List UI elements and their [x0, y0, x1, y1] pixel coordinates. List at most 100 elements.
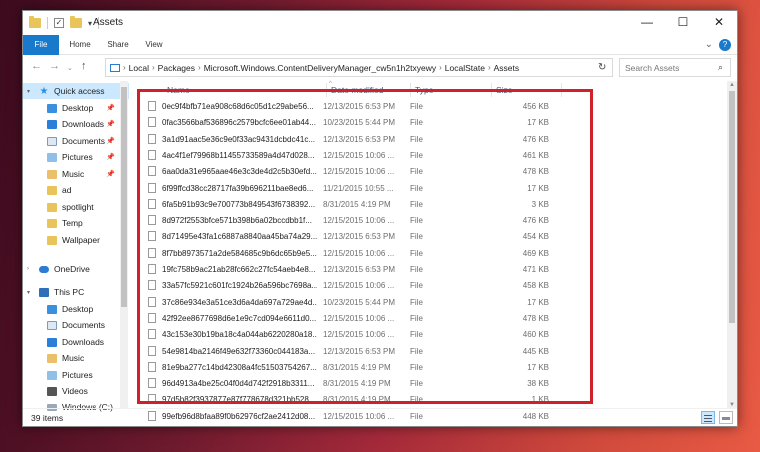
- table-row[interactable]: 97d5b82f3937877e87f778678d321bb528...8/3…: [131, 392, 721, 408]
- sidebar-item-label: Downloads: [62, 119, 104, 129]
- column-divider[interactable]: [410, 83, 411, 97]
- file-icon: [148, 297, 156, 307]
- table-row[interactable]: 6f99ffcd38cc28717fa39b696211bae8ed6...11…: [131, 181, 721, 197]
- breadcrumb-content-delivery-manager[interactable]: Microsoft.Windows.ContentDeliveryManager…: [204, 63, 436, 73]
- folder-icon: [47, 203, 57, 212]
- breadcrumb-local[interactable]: Local: [129, 63, 149, 73]
- recent-locations-icon[interactable]: ⌄: [67, 64, 73, 72]
- table-row[interactable]: 96d4913a4be25c04f0d4d742f2918b3311...8/3…: [131, 376, 721, 392]
- address-bar[interactable]: › Local › Packages › Microsoft.Windows.C…: [105, 58, 613, 77]
- sidebar-item-pc-pictures[interactable]: Pictures: [23, 367, 129, 383]
- column-header-size[interactable]: Size: [496, 85, 513, 95]
- tab-view[interactable]: View: [139, 35, 169, 55]
- table-row[interactable]: 37c86e934e3a51ce3d6a4da697a729ae4d...10/…: [131, 295, 721, 311]
- sidebar-item-pc-desktop[interactable]: Desktop: [23, 301, 129, 317]
- table-row[interactable]: 8d71495e43fa1c6887a8840aa45ba74a29...12/…: [131, 229, 721, 245]
- minimize-button[interactable]: —: [629, 11, 665, 33]
- table-row[interactable]: 6aa0da31e965aae46e3c3de4d2c5b30efd...12/…: [131, 164, 721, 180]
- help-icon[interactable]: ?: [719, 39, 731, 51]
- scrollbar-thumb[interactable]: [121, 87, 127, 307]
- table-row[interactable]: 42f92ee8677698d6e1e9c7cd094e6611d0...12/…: [131, 311, 721, 327]
- file-name: 6f99ffcd38cc28717fa39b696211bae8ed6...: [162, 184, 317, 193]
- sidebar-item-documents[interactable]: Documents 📌: [23, 133, 129, 149]
- table-row[interactable]: 4ac4f1ef79968b11455733589a4d47d028...12/…: [131, 148, 721, 164]
- forward-arrow-icon[interactable]: →: [49, 60, 60, 72]
- details-view-button[interactable]: [701, 411, 715, 424]
- breadcrumb-localstate[interactable]: LocalState: [445, 63, 485, 73]
- column-divider[interactable]: [491, 83, 492, 97]
- column-divider[interactable]: [561, 83, 562, 97]
- sidebar-item-spotlight[interactable]: spotlight: [23, 199, 129, 215]
- column-header-date[interactable]: Date modified: [331, 85, 383, 95]
- close-button[interactable]: ✕: [701, 11, 737, 33]
- explorer-window: ✓ ▾ Assets — ☐ ✕ File Home Share View ⌄ …: [22, 10, 738, 427]
- sidebar-item-ad[interactable]: ad: [23, 182, 129, 198]
- list-scrollbar[interactable]: ▲ ▼: [727, 81, 737, 409]
- scrollbar-thumb[interactable]: [729, 91, 735, 323]
- column-divider[interactable]: [326, 83, 327, 97]
- sidebar-item-this-pc[interactable]: ▾ This PC: [23, 284, 129, 300]
- chevron-right-icon[interactable]: ›: [488, 63, 491, 72]
- collapse-arrow-icon[interactable]: ▾: [27, 88, 30, 95]
- file-size: 1 KB: [471, 395, 549, 404]
- sidebar-item-onedrive[interactable]: › OneDrive: [23, 261, 129, 277]
- breadcrumb-assets[interactable]: Assets: [494, 63, 520, 73]
- expand-ribbon-icon[interactable]: ⌄: [705, 39, 713, 50]
- sidebar-item-wallpaper[interactable]: Wallpaper: [23, 232, 129, 248]
- sidebar-item-quick-access[interactable]: ▾ ★ Quick access: [23, 83, 129, 99]
- table-row[interactable]: 8d972f2553bfce571b398b6a02bccdbb1f...12/…: [131, 213, 721, 229]
- table-row[interactable]: 81e9ba277c14bd42308a4fc51503754267...8/3…: [131, 360, 721, 376]
- table-row[interactable]: 19fc758b9ac21ab28fc662c27fc54aeb4e8...12…: [131, 262, 721, 278]
- table-row[interactable]: 33a57fc5921c601fc1924b26a596bc7698a...12…: [131, 278, 721, 294]
- table-row[interactable]: 54e9814ba2146f49e632f73360c044183a...12/…: [131, 344, 721, 360]
- properties-icon[interactable]: ✓: [54, 18, 64, 28]
- file-date: 10/23/2015 5:44 PM: [323, 298, 395, 307]
- documents-icon: [47, 137, 57, 146]
- sidebar-item-desktop[interactable]: Desktop 📌: [23, 100, 129, 116]
- expand-arrow-icon[interactable]: ›: [27, 266, 29, 272]
- tab-file[interactable]: File: [23, 35, 59, 55]
- sidebar-item-temp[interactable]: Temp: [23, 215, 129, 231]
- tab-home[interactable]: Home: [65, 35, 95, 55]
- large-icons-view-button[interactable]: [719, 411, 733, 424]
- column-header-type[interactable]: Type: [415, 85, 433, 95]
- folder-icon: [47, 219, 57, 228]
- sidebar-item-pc-documents[interactable]: Documents: [23, 317, 129, 333]
- tab-share[interactable]: Share: [103, 35, 133, 55]
- sidebar-item-pictures[interactable]: Pictures 📌: [23, 149, 129, 165]
- chevron-right-icon[interactable]: ›: [152, 63, 155, 72]
- back-arrow-icon[interactable]: ←: [31, 60, 42, 72]
- maximize-button[interactable]: ☐: [665, 11, 701, 33]
- sidebar-item-downloads[interactable]: Downloads 📌: [23, 116, 129, 132]
- sidebar-item-pc-music[interactable]: Music: [23, 350, 129, 366]
- search-icon[interactable]: ⌕: [718, 62, 723, 73]
- collapse-arrow-icon[interactable]: ▾: [27, 289, 30, 296]
- table-row[interactable]: 8f7bb8973571a2de584685c9b6dc65b9e5...12/…: [131, 246, 721, 262]
- column-header-name[interactable]: Name: [167, 85, 190, 95]
- file-name: 8f7bb8973571a2de584685c9b6dc65b9e5...: [162, 249, 317, 258]
- sidebar-item-music[interactable]: Music 📌: [23, 166, 129, 182]
- chevron-right-icon[interactable]: ›: [198, 63, 201, 72]
- chevron-right-icon[interactable]: ›: [123, 63, 126, 72]
- table-row[interactable]: 43c153e30b19ba18c4a044ab6220280a18...12/…: [131, 327, 721, 343]
- table-row[interactable]: 3a1d91aac5e36c9e0f33ac9431dcbdc41c...12/…: [131, 132, 721, 148]
- scroll-up-icon[interactable]: ▲: [729, 82, 735, 88]
- search-input[interactable]: Search Assets: [619, 58, 731, 77]
- refresh-icon[interactable]: ↻: [598, 62, 606, 73]
- chevron-right-icon[interactable]: ›: [439, 63, 442, 72]
- sidebar-item-pc-downloads[interactable]: Downloads: [23, 334, 129, 350]
- table-row[interactable]: 0ec9f4bfb71ea908c68d6c05d1c29abe56...12/…: [131, 99, 721, 115]
- customize-toolbar-icon[interactable]: ▾: [88, 19, 92, 28]
- table-row[interactable]: 6fa5b91b93c9e700773b849543f6738392...8/3…: [131, 197, 721, 213]
- file-date: 12/15/2015 10:06 ...: [323, 281, 394, 290]
- nav-scrollbar[interactable]: [120, 81, 128, 409]
- file-size: 471 KB: [471, 265, 549, 274]
- sidebar-item-pc-videos[interactable]: Videos: [23, 383, 129, 399]
- breadcrumb-packages[interactable]: Packages: [158, 63, 195, 73]
- file-date: 12/13/2015 6:53 PM: [323, 232, 395, 241]
- table-row[interactable]: 0fac3566baf536896c2579bcfc6ee01ab44...10…: [131, 115, 721, 131]
- new-folder-icon[interactable]: [70, 18, 82, 28]
- file-name: 19fc758b9ac21ab28fc662c27fc54aeb4e8...: [162, 265, 317, 274]
- up-arrow-icon[interactable]: ↑: [81, 60, 87, 72]
- file-name: 8d972f2553bfce571b398b6a02bccdbb1f...: [162, 216, 317, 225]
